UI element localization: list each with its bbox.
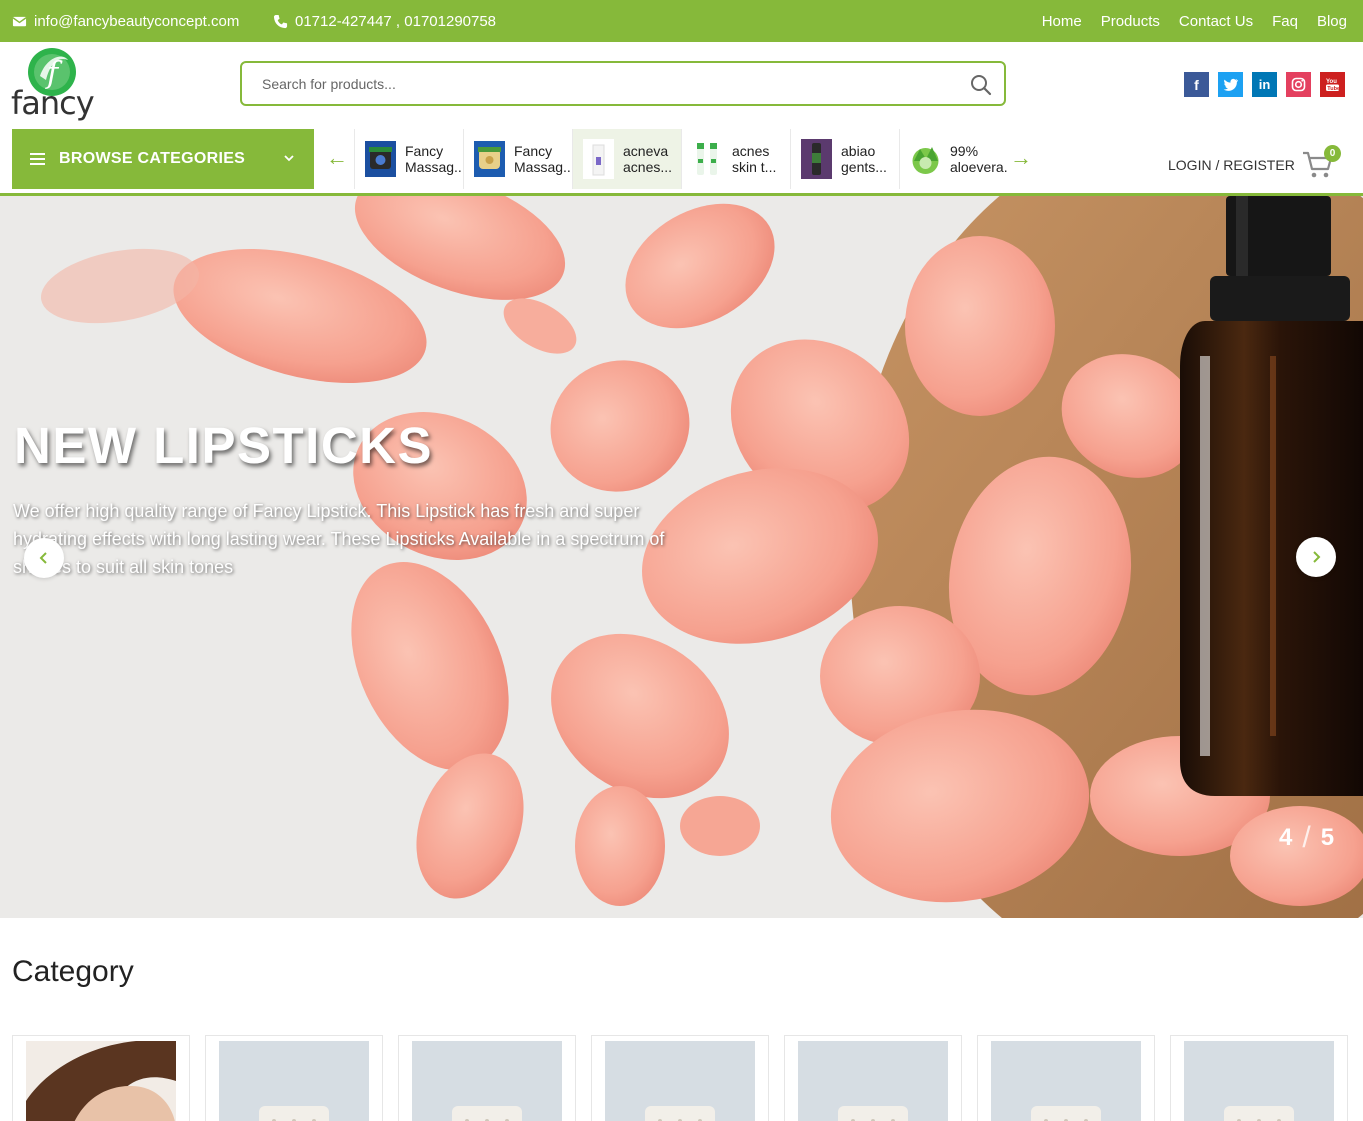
category-grid — [12, 1035, 1348, 1121]
strip-item[interactable]: 99% aloevera. — [899, 129, 1008, 189]
browse-categories-button[interactable]: BROWSE CATEGORIES — [12, 129, 314, 189]
counter-separator: / — [1302, 821, 1311, 854]
twitter-icon[interactable] — [1218, 72, 1243, 97]
strip-item[interactable]: acnes skin t... — [681, 129, 790, 189]
youtube-icon[interactable]: You Tube — [1320, 72, 1345, 97]
strip-item-title: Fancy Massag... — [514, 143, 572, 175]
product-thumbnail — [474, 141, 505, 177]
category-heading: Category — [12, 955, 134, 988]
site-logo[interactable]: f fancy — [10, 46, 96, 122]
email-contact[interactable]: info@fancybeautyconcept.com — [12, 0, 239, 42]
strip-item-title: Fancy Massag... — [405, 143, 463, 175]
hero-title: NEW LIPSTICKS — [14, 417, 434, 474]
search-input[interactable] — [262, 63, 942, 104]
product-thumbnail — [583, 139, 614, 179]
search-icon[interactable] — [970, 74, 992, 96]
nav-products[interactable]: Products — [1101, 13, 1160, 30]
social-links: f in You Tube — [1184, 72, 1345, 97]
chevron-right-icon — [1313, 551, 1321, 563]
email-text[interactable]: info@fancybeautyconcept.com — [34, 13, 239, 30]
strip-item[interactable]: abiao gents... — [790, 129, 899, 189]
nav-contact-us[interactable]: Contact Us — [1179, 13, 1253, 30]
login-register-link[interactable]: LOGIN / REGISTER — [1168, 157, 1295, 173]
instagram-icon[interactable] — [1286, 72, 1311, 97]
phone-contact: 01712-427447 , 01701290758 — [273, 0, 496, 42]
browse-categories-label: BROWSE CATEGORIES — [59, 150, 246, 167]
strip-item-title: acnes skin t... — [732, 143, 777, 175]
current-slide-number: 4 — [1279, 824, 1293, 851]
product-thumbnail — [912, 147, 939, 174]
total-slides-number: 5 — [1320, 824, 1335, 851]
chevron-down-icon — [284, 155, 294, 162]
category-image — [219, 1041, 369, 1121]
top-bar: info@fancybeautyconcept.com 01712-427447… — [0, 0, 1363, 42]
category-image — [412, 1041, 562, 1121]
strip-item-title: 99% aloevera. — [950, 143, 1008, 175]
hero-description: We offer high quality range of Fancy Lip… — [13, 501, 665, 577]
svg-text:You: You — [1326, 79, 1337, 85]
category-card[interactable] — [977, 1035, 1155, 1121]
menu-icon — [30, 153, 45, 165]
cart-count-badge: 0 — [1324, 145, 1341, 162]
category-card[interactable] — [591, 1035, 769, 1121]
slider-next-button[interactable] — [1296, 537, 1336, 577]
category-image — [26, 1041, 176, 1121]
slider-prev-button[interactable] — [24, 538, 64, 578]
category-card[interactable] — [398, 1035, 576, 1121]
category-card[interactable] — [205, 1035, 383, 1121]
category-card[interactable] — [784, 1035, 962, 1121]
category-image — [991, 1041, 1141, 1121]
phone-text: 01712-427447 , 01701290758 — [295, 12, 497, 30]
product-thumbnail — [365, 141, 396, 177]
product-thumbnail — [801, 139, 832, 179]
strip-item-active[interactable]: acneva acnes... — [572, 129, 681, 189]
envelope-icon — [12, 16, 27, 26]
nav-faq[interactable]: Faq — [1272, 13, 1298, 30]
strip-item-title: acneva acnes... — [623, 143, 673, 175]
strip-item[interactable]: Fancy Massag... — [463, 129, 572, 189]
search-box — [240, 61, 1006, 106]
strip-item[interactable]: Fancy Massag... — [354, 129, 463, 189]
strip-next-arrow-icon[interactable]: → — [1010, 145, 1032, 171]
strip-prev-arrow-icon[interactable]: ← — [326, 145, 348, 171]
facebook-icon[interactable]: f — [1184, 72, 1209, 97]
category-image — [1184, 1041, 1334, 1121]
slide-counter: 4 / 5 — [1279, 821, 1334, 855]
nav-blog[interactable]: Blog — [1317, 13, 1347, 30]
category-card[interactable] — [1170, 1035, 1348, 1121]
category-card[interactable] — [12, 1035, 190, 1121]
category-image — [798, 1041, 948, 1121]
product-strip: Fancy Massag... Fancy Massag... acneva a… — [354, 129, 1008, 189]
top-nav: Home Products Contact Us Faq Blog — [1042, 0, 1347, 42]
phone-icon — [273, 14, 288, 28]
hero-slider: NEW LIPSTICKS We offer high quality rang… — [0, 196, 1363, 918]
svg-text:Tube: Tube — [1327, 86, 1340, 92]
linkedin-icon[interactable]: in — [1252, 72, 1277, 97]
strip-item-title: abiao gents... — [841, 143, 887, 175]
nav-home[interactable]: Home — [1042, 13, 1082, 30]
chevron-left-icon — [39, 552, 47, 564]
logo-wordmark: fancy — [11, 84, 95, 122]
category-image — [605, 1041, 755, 1121]
product-thumbnail — [697, 143, 717, 175]
